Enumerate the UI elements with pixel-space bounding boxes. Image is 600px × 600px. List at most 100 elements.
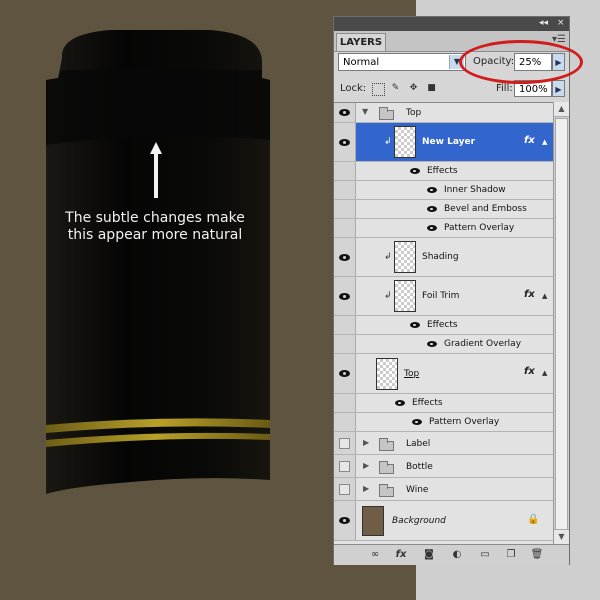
visibility-toggle[interactable] (334, 123, 356, 161)
effect-label: Pattern Overlay (444, 223, 515, 233)
blend-mode-select[interactable]: Normal ▼ (338, 53, 466, 71)
annotation-arrow (150, 142, 162, 198)
chevron-down-icon[interactable]: ▼ (449, 55, 464, 69)
opacity-label: Opacity: (473, 56, 515, 67)
layer-top[interactable]: Top fx ▲ (334, 354, 553, 394)
eye-icon[interactable] (427, 341, 437, 347)
layer-thumbnail (394, 241, 416, 273)
clipping-icon: ↲ (384, 137, 392, 147)
blend-row: Normal ▼ Opacity: 25% ▶ (334, 53, 569, 75)
visibility-toggle[interactable] (334, 103, 356, 122)
hidden-visibility-box[interactable] (339, 461, 350, 472)
annotation-text: The subtle changes make this appear more… (40, 210, 270, 244)
new-group-icon[interactable]: ▭ (478, 548, 492, 561)
layer-background[interactable]: Background 🔒 (334, 501, 553, 541)
layer-name: Shading (422, 252, 459, 262)
panel-menu-icon[interactable]: ▾☰ (552, 34, 566, 45)
lock-all-icon[interactable]: ■ (426, 83, 437, 94)
panel-title-bar[interactable]: ◂◂ × (334, 17, 569, 31)
opacity-slider-button[interactable]: ▶ (552, 53, 565, 71)
visibility-toggle[interactable] (334, 354, 356, 393)
expand-effects-icon[interactable]: ▲ (542, 369, 547, 377)
add-mask-icon[interactable]: ◙ (422, 548, 436, 561)
effects-row[interactable]: Effects (334, 316, 553, 335)
layer-group-label[interactable]: ▶ Label (334, 432, 553, 455)
folder-icon (379, 484, 394, 497)
panel-tab-row: LAYERS ▾☰ (334, 31, 569, 52)
folder-icon (379, 438, 394, 451)
lock-position-icon[interactable]: ✥ (408, 83, 419, 94)
eye-icon[interactable] (427, 206, 437, 212)
tab-layers[interactable]: LAYERS (336, 33, 386, 51)
layer-foil-trim[interactable]: ↲ Foil Trim fx ▲ (334, 277, 553, 316)
layer-new-layer[interactable]: ↲ New Layer fx ▲ (334, 123, 553, 162)
expand-effects-icon[interactable]: ▲ (542, 292, 547, 300)
effect-pattern-overlay[interactable]: Pattern Overlay (334, 219, 553, 238)
visibility-toggle[interactable] (334, 501, 356, 540)
link-layers-icon[interactable]: ∞ (368, 548, 382, 561)
eye-icon[interactable] (339, 254, 350, 261)
layer-name: Top (406, 108, 422, 118)
fx-icon[interactable]: fx (524, 366, 535, 377)
effect-label: Inner Shadow (444, 185, 506, 195)
eye-icon[interactable] (427, 187, 437, 193)
eye-icon[interactable] (412, 419, 422, 425)
lock-pixels-icon[interactable]: ✎ (390, 83, 401, 94)
eye-icon[interactable] (410, 168, 420, 174)
scroll-thumb[interactable] (555, 118, 568, 538)
annotation-line-2: this appear more natural (67, 227, 243, 243)
fx-icon[interactable]: fx (524, 289, 535, 300)
expanded-triangle-icon[interactable]: ▼ (362, 107, 368, 116)
scroll-up-icon[interactable]: ▲ (554, 102, 569, 117)
visibility-toggle[interactable] (334, 455, 356, 477)
eye-icon[interactable] (427, 225, 437, 231)
expand-effects-icon[interactable]: ▲ (542, 138, 547, 146)
effect-gradient-overlay[interactable]: Gradient Overlay (334, 335, 553, 354)
add-style-icon[interactable]: fx (394, 548, 408, 561)
collapsed-triangle-icon[interactable]: ▶ (363, 484, 369, 493)
close-icon[interactable]: × (557, 18, 565, 28)
effect-bevel-emboss[interactable]: Bevel and Emboss (334, 200, 553, 219)
collapse-icon[interactable]: ◂◂ (539, 18, 548, 28)
eye-icon[interactable] (395, 400, 405, 406)
layer-name: Wine (406, 485, 429, 495)
layers-scrollbar[interactable]: ▲ ▼ (553, 102, 569, 544)
fill-label: Fill: (496, 83, 513, 94)
fx-icon[interactable]: fx (524, 135, 535, 146)
layer-group-wine[interactable]: ▶ Wine (334, 478, 553, 501)
effect-inner-shadow[interactable]: Inner Shadow (334, 181, 553, 200)
eye-icon[interactable] (339, 109, 350, 116)
effect-pattern-overlay[interactable]: Pattern Overlay (334, 413, 553, 432)
fill-slider-button[interactable]: ▶ (552, 80, 565, 97)
layer-shading[interactable]: ↲ Shading (334, 238, 553, 277)
eye-icon[interactable] (339, 517, 350, 524)
layer-group-top[interactable]: ▼ Top (334, 103, 553, 123)
visibility-toggle[interactable] (334, 238, 356, 276)
trash-icon[interactable]: 🗑 (530, 548, 544, 561)
visibility-toggle[interactable] (334, 432, 356, 454)
visibility-toggle[interactable] (334, 277, 356, 315)
collapsed-triangle-icon[interactable]: ▶ (363, 438, 369, 447)
effect-label: Pattern Overlay (429, 417, 500, 427)
eye-icon[interactable] (410, 322, 420, 328)
eye-icon[interactable] (339, 139, 350, 146)
visibility-toggle[interactable] (334, 478, 356, 500)
effect-label: Gradient Overlay (444, 339, 522, 349)
background-thumbnail (362, 506, 384, 536)
new-layer-icon[interactable]: ❐ (504, 548, 518, 561)
scroll-down-icon[interactable]: ▼ (554, 529, 569, 544)
eye-icon[interactable] (339, 293, 350, 300)
layer-group-bottle[interactable]: ▶ Bottle (334, 455, 553, 478)
effects-row[interactable]: Effects (334, 162, 553, 181)
effects-row[interactable]: Effects (334, 394, 553, 413)
lock-transparency-icon[interactable] (372, 83, 385, 96)
opacity-input[interactable]: 25% (514, 53, 552, 71)
layers-list: ▼ Top ↲ New Layer fx ▲ Effects Inner Sha… (334, 102, 553, 545)
fill-input[interactable]: 100% (514, 80, 552, 97)
adjustment-layer-icon[interactable]: ◐ (450, 548, 464, 561)
hidden-visibility-box[interactable] (339, 484, 350, 495)
eye-icon[interactable] (339, 370, 350, 377)
hidden-visibility-box[interactable] (339, 438, 350, 449)
layer-thumbnail (394, 126, 416, 158)
collapsed-triangle-icon[interactable]: ▶ (363, 461, 369, 470)
